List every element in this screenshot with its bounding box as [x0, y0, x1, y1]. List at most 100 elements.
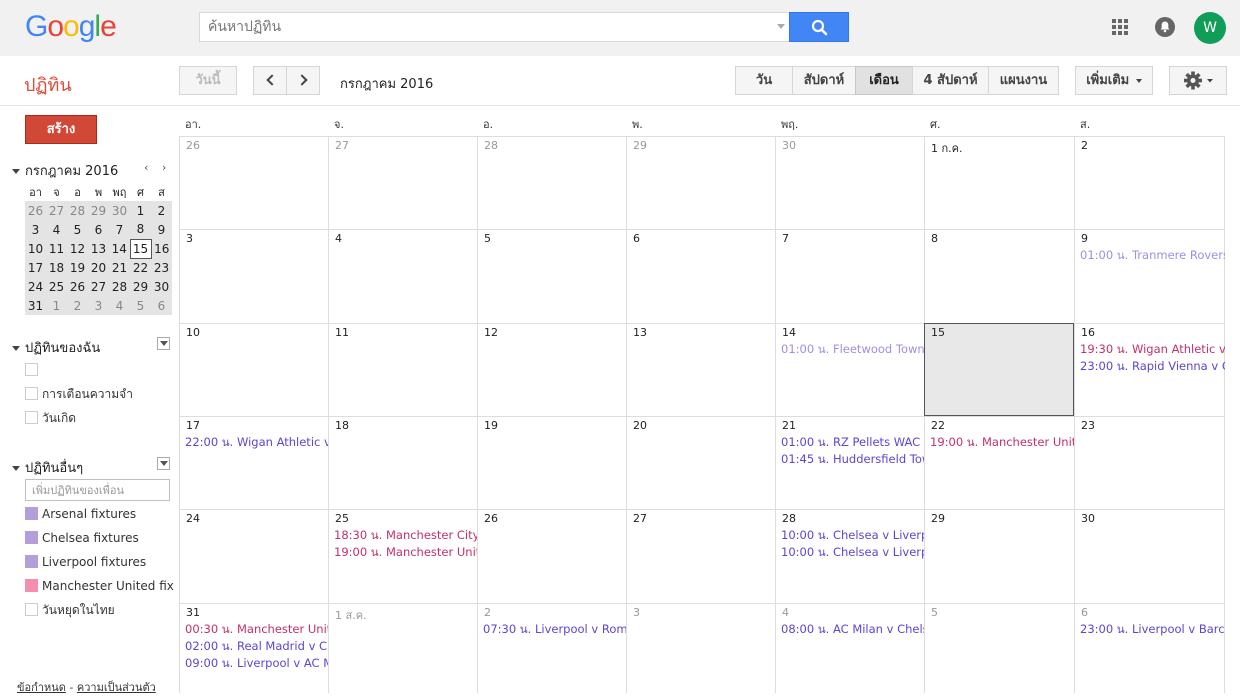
mini-day[interactable]: 19	[67, 258, 88, 277]
day-cell[interactable]: 31 00:30 น. Manchester Unite 02:00 น. Real…	[179, 603, 328, 693]
create-button[interactable]: สร้าง	[25, 115, 97, 144]
day-number[interactable]: 17	[180, 417, 328, 434]
mini-day[interactable]: 1	[130, 201, 151, 220]
mini-day[interactable]: 23	[151, 258, 172, 277]
event-chip[interactable]: 01:00 น. RZ Pellets WAC v	[776, 434, 924, 451]
day-cell[interactable]: 29	[626, 136, 775, 229]
mini-day[interactable]: 3	[25, 220, 46, 239]
search-options-icon[interactable]	[777, 24, 785, 29]
google-logo[interactable]: Google	[25, 10, 117, 44]
mini-next-icon[interactable]: ›	[162, 161, 166, 174]
mini-day[interactable]: 14	[109, 239, 130, 258]
avatar[interactable]: W	[1194, 12, 1226, 44]
day-cell[interactable]: 6 23:00 น. Liverpool v Barce	[1074, 603, 1225, 693]
day-number[interactable]: 24	[180, 510, 328, 527]
event-chip[interactable]: 19:00 น. Manchester Unite	[925, 434, 1074, 451]
day-cell[interactable]: 17 22:00 น. Wigan Athletic v L	[179, 416, 328, 509]
mini-day[interactable]: 15	[129, 238, 152, 259]
day-number[interactable]: 5	[925, 604, 1074, 621]
mini-day[interactable]: 4	[109, 296, 130, 315]
day-cell[interactable]: 30	[775, 136, 924, 229]
prev-period-button[interactable]	[253, 66, 287, 95]
event-chip[interactable]: 23:00 น. Liverpool v Barce	[1075, 621, 1225, 638]
mini-day[interactable]: 4	[46, 220, 67, 239]
mini-day[interactable]: 2	[151, 201, 172, 220]
terms-link[interactable]: ข้อกำหนด	[17, 681, 66, 694]
day-number[interactable]: 21	[776, 417, 924, 434]
my-calendar-item[interactable]: วันเกิด	[25, 411, 175, 427]
day-number[interactable]: 8	[925, 230, 1074, 247]
my-calendars-menu-icon[interactable]	[157, 337, 170, 350]
mini-day[interactable]: 27	[46, 201, 67, 220]
day-number[interactable]: 27	[627, 510, 775, 527]
day-cell[interactable]: 4	[328, 229, 477, 323]
day-number[interactable]: 15	[925, 324, 1074, 341]
day-number[interactable]: 2	[478, 604, 626, 621]
day-number[interactable]: 30	[776, 137, 924, 154]
mini-calendar-header[interactable]: กรกฎาคม 2016	[12, 160, 118, 181]
calendar-color-swatch[interactable]	[25, 411, 38, 424]
day-cell[interactable]: 23	[1074, 416, 1225, 509]
settings-button[interactable]	[1169, 66, 1227, 95]
my-calendars-header[interactable]: ปฏิทินของฉัน	[12, 337, 100, 358]
day-cell[interactable]: 5	[924, 603, 1074, 693]
view-4week-button[interactable]: 4 สัปดาห์	[912, 66, 989, 95]
day-number[interactable]: 23	[1075, 417, 1225, 434]
day-cell[interactable]: 26	[477, 509, 626, 603]
mini-day[interactable]: 27	[88, 277, 109, 296]
day-cell[interactable]: 19	[477, 416, 626, 509]
mini-day[interactable]: 28	[109, 277, 130, 296]
day-cell[interactable]: 25 18:30 น. Manchester City v 19:00 น. Man…	[328, 509, 477, 603]
search-input[interactable]	[200, 13, 760, 41]
collapse-arrow-icon[interactable]	[12, 346, 20, 351]
day-cell[interactable]: 4 08:00 น. AC Milan v Chels	[775, 603, 924, 693]
day-cell[interactable]: 2 07:30 น. Liverpool v Roma	[477, 603, 626, 693]
mini-day[interactable]: 30	[109, 201, 130, 220]
day-number[interactable]: 20	[627, 417, 775, 434]
day-cell[interactable]: 26	[179, 136, 328, 229]
collapse-arrow-icon[interactable]	[12, 169, 20, 174]
day-cell[interactable]: 6	[626, 229, 775, 323]
day-cell[interactable]: 30	[1074, 509, 1225, 603]
day-number[interactable]: 22	[925, 417, 1074, 434]
collapse-arrow-icon[interactable]	[12, 466, 20, 471]
day-number[interactable]: 31	[180, 604, 328, 621]
day-cell[interactable]: 15	[924, 323, 1074, 416]
day-cell[interactable]: 28 10:00 น. Chelsea v Liverp 10:00 น. Chel…	[775, 509, 924, 603]
event-chip[interactable]: 01:00 น. Fleetwood Town v	[776, 341, 924, 358]
day-cell[interactable]: 14 01:00 น. Fleetwood Town v	[775, 323, 924, 416]
day-cell[interactable]: 9 01:00 น. Tranmere Rovers	[1074, 229, 1225, 323]
event-chip[interactable]: 23:00 น. Rapid Vienna v C	[1075, 358, 1225, 375]
day-cell[interactable]: 10	[179, 323, 328, 416]
day-cell[interactable]: 2	[1074, 136, 1225, 229]
mini-day[interactable]: 7	[109, 220, 130, 239]
event-chip[interactable]: 22:00 น. Wigan Athletic v L	[180, 434, 328, 451]
mini-day[interactable]: 1	[46, 296, 67, 315]
other-calendars-header[interactable]: ปฏิทินอื่นๆ	[12, 457, 83, 478]
event-chip[interactable]: 19:30 น. Wigan Athletic v M	[1075, 341, 1225, 358]
mini-day[interactable]: 2	[67, 296, 88, 315]
mini-day[interactable]: 11	[46, 239, 67, 258]
mini-day[interactable]: 31	[25, 296, 46, 315]
day-number[interactable]: 19	[478, 417, 626, 434]
view-agenda-button[interactable]: แผนงาน	[988, 66, 1059, 95]
day-number[interactable]: 1 ก.ค.	[925, 137, 1074, 155]
add-friend-calendar-input[interactable]	[25, 479, 170, 501]
event-chip[interactable]: 10:00 น. Chelsea v Liverp	[776, 544, 924, 561]
day-cell[interactable]: 3	[179, 229, 328, 323]
event-chip[interactable]: 09:00 น. Liverpool v AC Mi	[180, 655, 328, 672]
mini-day[interactable]: 6	[151, 296, 172, 315]
day-number[interactable]: 6	[1075, 604, 1225, 621]
day-number[interactable]: 12	[478, 324, 626, 341]
today-button[interactable]: วันนี้	[179, 66, 237, 95]
mini-day[interactable]: 6	[88, 220, 109, 239]
day-number[interactable]: 26	[478, 510, 626, 527]
day-number[interactable]: 11	[329, 324, 477, 341]
calendar-color-swatch[interactable]	[25, 555, 38, 568]
day-cell[interactable]: 29	[924, 509, 1074, 603]
day-cell[interactable]: 7	[775, 229, 924, 323]
other-calendar-item[interactable]: Chelsea fixtures	[25, 531, 175, 547]
day-cell[interactable]: 11	[328, 323, 477, 416]
day-number[interactable]: 28	[776, 510, 924, 527]
mini-day[interactable]: 25	[46, 277, 67, 296]
